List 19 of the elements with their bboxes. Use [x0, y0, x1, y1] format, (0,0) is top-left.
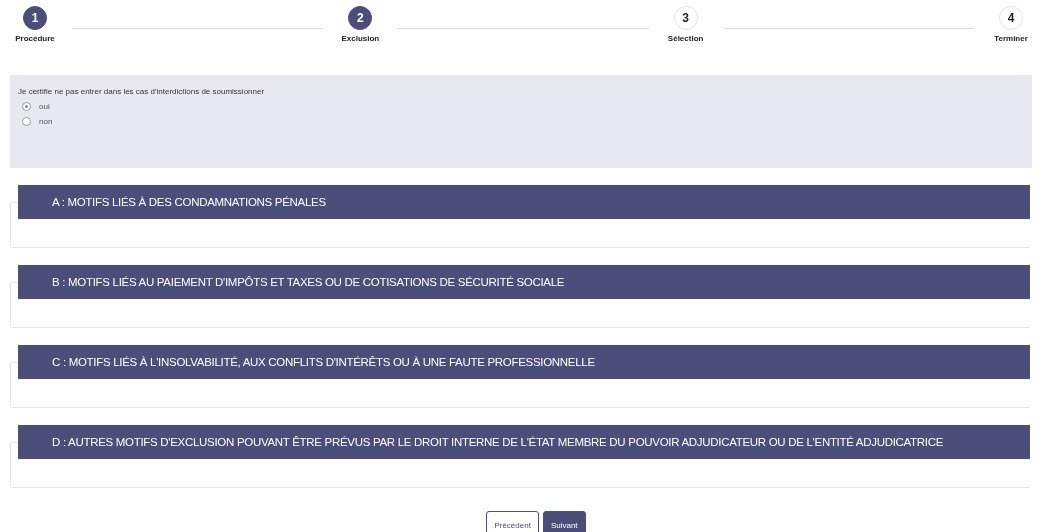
section-header[interactable]: A : MOTIFS LIÉS À DES CONDAMNATIONS PÉNALES: [18, 185, 1030, 219]
step-number[interactable]: 2: [348, 6, 373, 30]
section-header[interactable]: B : MOTIFS LIÉS AU PAIEMENT D'IMPÔTS ET TAXES OU DE COTISATIONS DE SÉCURITÉ SOCIALE: [18, 265, 1030, 299]
step-number[interactable]: 1: [23, 6, 47, 30]
section-header[interactable]: C : MOTIFS LIÉS À L'INSOLVABILITÉ, AUX CONFLITS D'INTÉRÊTS OU À UNE FAUTE PROFESSIONNELLE: [18, 345, 1030, 379]
radio-label: oui: [39, 102, 50, 111]
step-label: Procédure: [15, 34, 55, 43]
previous-button[interactable]: Précédent: [486, 511, 539, 532]
radio-label: non: [39, 117, 53, 126]
step-label: Exclusion: [341, 34, 380, 43]
step-number[interactable]: 4: [999, 6, 1023, 30]
next-button[interactable]: Suivant: [542, 511, 586, 532]
step-number[interactable]: 3: [673, 6, 698, 30]
radio-button[interactable]: [22, 117, 31, 126]
step-label: Terminer: [994, 34, 1028, 43]
radio-button[interactable]: [22, 102, 31, 111]
step-label: Sélection: [667, 34, 704, 43]
question-label: Je certifie ne pas entrer dans les cas d'interdictions de soumissionner: [18, 87, 266, 96]
section-header[interactable]: D : AUTRES MOTIFS D'EXCLUSION POUVANT ÊTRE PRÉVUS PAR LE DROIT INTERNE DE L'ÉTAT MEMBRE DU POUVOIR ADJUDICATEUR OU DE L'ENTITÉ ADJUDICATRICE: [18, 425, 1030, 459]
